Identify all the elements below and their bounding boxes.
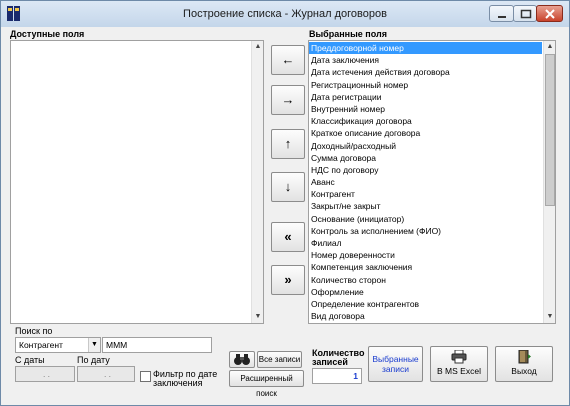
export-excel-label: В MS Excel xyxy=(437,366,481,376)
scroll-down-icon[interactable]: ▼ xyxy=(252,311,264,323)
list-item[interactable]: Аванс xyxy=(309,176,542,188)
list-item[interactable]: Филиал xyxy=(309,237,542,249)
list-item[interactable]: Количество сторон xyxy=(309,274,542,286)
scroll-up-icon[interactable]: ▲ xyxy=(252,41,264,53)
list-item[interactable]: Регистрационный номер xyxy=(309,79,542,91)
list-item[interactable]: Дата регистрации xyxy=(309,91,542,103)
title-bar: Построение списка - Журнал договоров xyxy=(1,1,569,27)
available-fields-list[interactable]: ▲ ▼ xyxy=(10,40,264,324)
main-window: Построение списка - Журнал договоров Дос… xyxy=(0,0,570,406)
available-scrollbar[interactable]: ▲ ▼ xyxy=(251,41,263,323)
selected-records-label-1: Выбранные xyxy=(372,354,419,364)
list-item[interactable]: Оформление xyxy=(309,286,542,298)
move-all-left-button[interactable]: « xyxy=(271,222,305,252)
move-up-button[interactable]: ↑ xyxy=(271,129,305,159)
list-item[interactable]: Определение контрагентов xyxy=(309,298,542,310)
move-all-right-button[interactable]: » xyxy=(271,265,305,295)
minimize-icon xyxy=(498,16,506,18)
list-item[interactable]: Вид договора xyxy=(309,310,542,322)
maximize-button[interactable] xyxy=(513,5,537,22)
list-item[interactable]: Основание (инициатор) xyxy=(309,213,542,225)
exit-button[interactable]: Выход xyxy=(495,346,553,382)
all-records-button[interactable]: Все записи xyxy=(257,351,302,368)
list-item[interactable]: Дата истечения действия договора xyxy=(309,66,542,78)
binoculars-icon xyxy=(234,354,250,365)
date-filter-checkbox[interactable] xyxy=(140,371,151,382)
exit-door-icon xyxy=(518,349,531,364)
date-from-field[interactable]: . . xyxy=(15,366,75,382)
selected-records-label-2: записи xyxy=(382,364,409,374)
client-area: Доступные поля ▲ ▼ ← → ↑ ↓ « » Выбранные… xyxy=(7,27,564,401)
scroll-up-icon[interactable]: ▲ xyxy=(544,41,555,53)
window-title: Построение списка - Журнал договоров xyxy=(183,8,387,20)
scroll-down-icon[interactable]: ▼ xyxy=(544,311,555,323)
search-field-combo[interactable]: Контрагент ▼ xyxy=(15,337,101,353)
export-excel-button[interactable]: В MS Excel xyxy=(430,346,488,382)
list-item[interactable]: НДС по договору xyxy=(309,164,542,176)
search-by-label: Поиск по xyxy=(15,326,53,336)
available-fields-label: Доступные поля xyxy=(10,29,85,39)
list-item[interactable]: Внутренний номер xyxy=(309,103,542,115)
list-item[interactable]: Классификация договора xyxy=(309,115,542,127)
chevron-down-icon[interactable]: ▼ xyxy=(88,338,100,352)
list-item[interactable]: Закрыт/не закрыт xyxy=(309,200,542,212)
list-item[interactable]: Номер доверенности xyxy=(309,249,542,261)
selected-records-button[interactable]: Выбранные записи xyxy=(368,346,423,382)
list-item[interactable]: Контроль за исполнением (ФИО) xyxy=(309,225,542,237)
date-filter-label-2: заключения xyxy=(153,378,203,388)
exit-label: Выход xyxy=(511,366,537,376)
move-down-button[interactable]: ↓ xyxy=(271,172,305,202)
date-to-field[interactable]: . . xyxy=(77,366,135,382)
record-count-label-2: записей xyxy=(312,357,348,367)
selected-fields-label: Выбранные поля xyxy=(309,29,387,39)
selected-items-container: Преддоговорной номер Дата заключения Дата … xyxy=(309,42,542,322)
minimize-button[interactable] xyxy=(489,5,514,22)
printer-icon xyxy=(451,349,467,364)
list-item[interactable]: Преддоговорной номер xyxy=(309,42,542,55)
close-button[interactable] xyxy=(536,5,563,22)
list-item[interactable]: Доходный/расходный xyxy=(309,140,542,152)
search-query-input[interactable]: МММ xyxy=(102,337,212,353)
move-right-button[interactable]: → xyxy=(271,85,305,115)
list-item[interactable]: Контрагент xyxy=(309,188,542,200)
list-item[interactable]: Дата заключения xyxy=(309,54,542,66)
list-item[interactable]: Компетенция заключения xyxy=(309,261,542,273)
move-left-button[interactable]: ← xyxy=(271,45,305,75)
find-button[interactable] xyxy=(229,351,255,368)
search-field-value: Контрагент xyxy=(19,340,63,350)
selected-fields-list[interactable]: Преддоговорной номер Дата заключения Дата … xyxy=(308,40,556,324)
date-to-label: По дату xyxy=(77,355,110,365)
scroll-thumb[interactable] xyxy=(545,54,555,206)
advanced-search-button[interactable]: Расширенный поиск xyxy=(229,370,304,398)
record-count-field: 1 xyxy=(312,368,362,384)
list-item[interactable]: Сумма договора xyxy=(309,152,542,164)
list-item[interactable]: Краткое описание договора xyxy=(309,127,542,139)
close-icon xyxy=(545,9,555,19)
maximize-icon xyxy=(520,9,532,19)
date-from-label: С даты xyxy=(15,355,45,365)
selected-scrollbar[interactable]: ▲ ▼ xyxy=(543,41,555,323)
